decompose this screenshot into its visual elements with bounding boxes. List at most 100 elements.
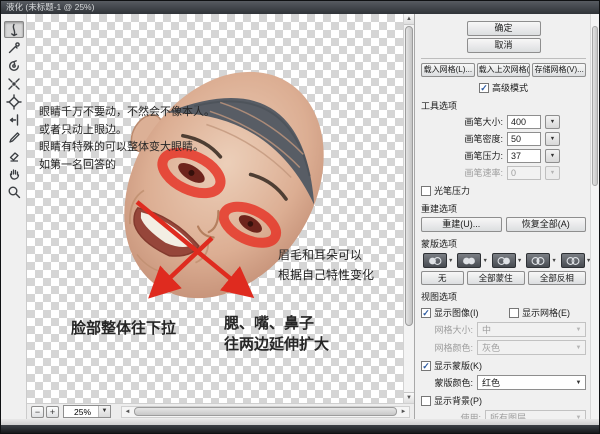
options-panel: 确定 取消 载入网格(L)... 载入上次网格(S) 存储网格(V)... 高级… xyxy=(414,14,599,419)
chevron-down-icon[interactable]: ▼ xyxy=(551,258,556,264)
tool-reconstruct[interactable] xyxy=(4,39,24,56)
mask-color-label: 蒙版颜色: xyxy=(434,378,473,388)
tool-freeze-mask[interactable] xyxy=(4,129,24,146)
brush-size-dropdown-icon[interactable]: ▼ xyxy=(545,114,560,129)
add-to-mask-button[interactable] xyxy=(457,253,482,268)
show-mesh-label: 显示网格(E) xyxy=(522,308,570,318)
mesh-size-select: 中 ▼ xyxy=(477,322,586,337)
tool-bloat[interactable] xyxy=(4,93,24,110)
zoom-out-button[interactable]: − xyxy=(31,405,44,418)
divider xyxy=(421,58,586,59)
vertical-scroll-thumb[interactable] xyxy=(405,26,413,326)
panel-scroll-thumb[interactable] xyxy=(592,26,598,186)
mask-all-button[interactable]: 全部蒙住 xyxy=(466,271,525,285)
tool-push-left[interactable] xyxy=(4,111,24,128)
show-mask-checkbox[interactable] xyxy=(421,360,431,371)
mesh-color-select: 灰色 ▼ xyxy=(477,340,586,355)
tool-hand[interactable] xyxy=(4,165,24,182)
annotation-pull-down-note: 脸部整体往下拉 xyxy=(71,320,177,337)
reconstruct-icon xyxy=(8,41,20,53)
tool-thaw-mask[interactable] xyxy=(4,147,24,164)
tool-options-title: 工具选项 xyxy=(421,101,458,111)
panel-scrollbar[interactable] xyxy=(590,14,599,419)
twirl-clockwise-icon xyxy=(8,59,19,71)
show-backdrop-label: 显示背景(P) xyxy=(434,396,482,406)
invert-all-button[interactable]: 全部反相 xyxy=(527,271,586,285)
face-artwork xyxy=(124,71,324,299)
intersect-with-mask-button[interactable] xyxy=(526,253,551,268)
scroll-down-icon[interactable]: ▼ xyxy=(404,392,414,403)
brush-density-row: 画笔密度: 50 ▼ xyxy=(421,131,586,146)
advanced-mode-checkbox[interactable] xyxy=(478,82,489,93)
stylus-pressure-label: 光笔压力 xyxy=(434,186,471,196)
mask-color-value: 红色 xyxy=(482,378,501,388)
mask-color-select[interactable]: 红色 ▼ xyxy=(477,375,586,390)
liquify-dialog: 液化 (未标题-1 @ 25%) 眼睛千万不要动，不然会不像本人。 或者只动上眼… xyxy=(0,0,600,434)
chevron-down-icon[interactable]: ▼ xyxy=(448,258,453,264)
thaw-mask-icon xyxy=(9,151,19,162)
tool-forward-warp[interactable] xyxy=(3,21,24,38)
push-left-icon xyxy=(9,113,18,126)
chevron-down-icon[interactable]: ▼ xyxy=(517,258,522,264)
use-label: 使用: xyxy=(460,413,481,419)
chevron-down-icon[interactable]: ▼ xyxy=(482,258,487,264)
brush-size-input[interactable]: 400 xyxy=(507,114,541,129)
reconstruct-options-title: 重建选项 xyxy=(421,204,458,214)
brush-density-dropdown-icon[interactable]: ▼ xyxy=(545,131,560,146)
subtract-from-mask-button[interactable] xyxy=(491,253,516,268)
save-mesh-button[interactable]: 存储网格(V)... xyxy=(532,63,587,77)
brush-pressure-row: 画笔压力: 37 ▼ xyxy=(421,148,586,163)
load-last-mesh-button[interactable]: 载入上次网格(S) xyxy=(476,63,531,77)
liquify-canvas[interactable]: 眼睛千万不要动，不然会不像本人。 或者只动上眼边。 眼睛有特殊的可以整体变大眼睛… xyxy=(27,14,403,403)
scroll-up-icon[interactable]: ▲ xyxy=(404,14,414,25)
brush-density-input[interactable]: 50 xyxy=(507,131,541,146)
invert-mask-icon xyxy=(566,256,580,265)
window-bottom-frame xyxy=(1,419,599,433)
tool-zoom[interactable] xyxy=(4,183,24,200)
chevron-down-icon: ▼ xyxy=(575,414,582,420)
brush-pressure-dropdown-icon[interactable]: ▼ xyxy=(545,148,560,163)
show-image-checkbox[interactable] xyxy=(421,307,431,318)
load-mesh-button[interactable]: 载入网格(L)... xyxy=(421,63,475,77)
tool-twirl-clockwise[interactable] xyxy=(4,57,24,74)
canvas-horizontal-scrollbar[interactable]: ◄ ► xyxy=(121,405,410,418)
show-mask-label: 显示蒙版(K) xyxy=(434,361,482,371)
use-layer-select: 所有图层 ▼ xyxy=(485,410,586,419)
replace-selection-mask-button[interactable] xyxy=(423,253,447,268)
zoom-level-value: 25% xyxy=(74,406,92,417)
mesh-size-value: 中 xyxy=(482,325,492,335)
hand-icon xyxy=(9,168,19,180)
mesh-size-row: 网格大小: 中 ▼ xyxy=(421,322,586,337)
ok-button[interactable]: 确定 xyxy=(466,21,541,36)
scroll-left-icon[interactable]: ◄ xyxy=(122,407,133,417)
mask-none-button[interactable]: 无 xyxy=(421,271,464,285)
chevron-down-icon: ▼ xyxy=(575,344,582,351)
brush-pressure-input[interactable]: 37 xyxy=(507,148,541,163)
zoom-level-select[interactable]: 25% ▼ xyxy=(63,405,111,418)
use-layer-row: 使用: 所有图层 ▼ xyxy=(421,410,586,419)
reconstruct-button[interactable]: 重建(U)... xyxy=(421,217,502,232)
window-titlebar[interactable]: 液化 (未标题-1 @ 25%) xyxy=(1,1,599,14)
invert-mask-button[interactable] xyxy=(560,253,585,268)
show-backdrop-checkbox[interactable] xyxy=(421,395,431,406)
brush-rate-row: 画笔速率: 0 ▼ xyxy=(421,165,586,180)
scroll-right-icon[interactable]: ► xyxy=(398,407,409,417)
chevron-down-icon[interactable]: ▼ xyxy=(572,380,585,386)
zoom-in-button[interactable]: + xyxy=(46,405,59,418)
tool-pucker[interactable] xyxy=(4,75,24,92)
horizontal-scroll-thumb[interactable] xyxy=(134,407,397,416)
brush-size-row: 画笔大小: 400 ▼ xyxy=(421,114,586,129)
brush-density-label: 画笔密度: xyxy=(464,134,503,144)
annotation-eyes-note: 眼睛千万不要动，不然会不像本人。 或者只动上眼边。 眼睛有特殊的可以整体变大眼睛… xyxy=(39,106,215,171)
mesh-size-label: 网格大小: xyxy=(434,325,473,335)
restore-all-button[interactable]: 恢复全部(A) xyxy=(505,217,586,232)
canvas-statusbar: − + 25% ▼ ◄ ► xyxy=(27,403,414,419)
show-mesh-checkbox[interactable] xyxy=(509,307,519,318)
chevron-down-icon[interactable]: ▼ xyxy=(98,406,110,417)
show-backdrop-row: 显示背景(P) xyxy=(421,394,586,407)
canvas-vertical-scrollbar[interactable]: ▲ ▼ xyxy=(403,14,414,403)
mesh-color-row: 网格颜色: 灰色 ▼ xyxy=(421,340,586,355)
cancel-button[interactable]: 取消 xyxy=(466,38,541,53)
stylus-pressure-checkbox[interactable] xyxy=(421,185,431,196)
mesh-color-label: 网格颜色: xyxy=(434,343,473,353)
